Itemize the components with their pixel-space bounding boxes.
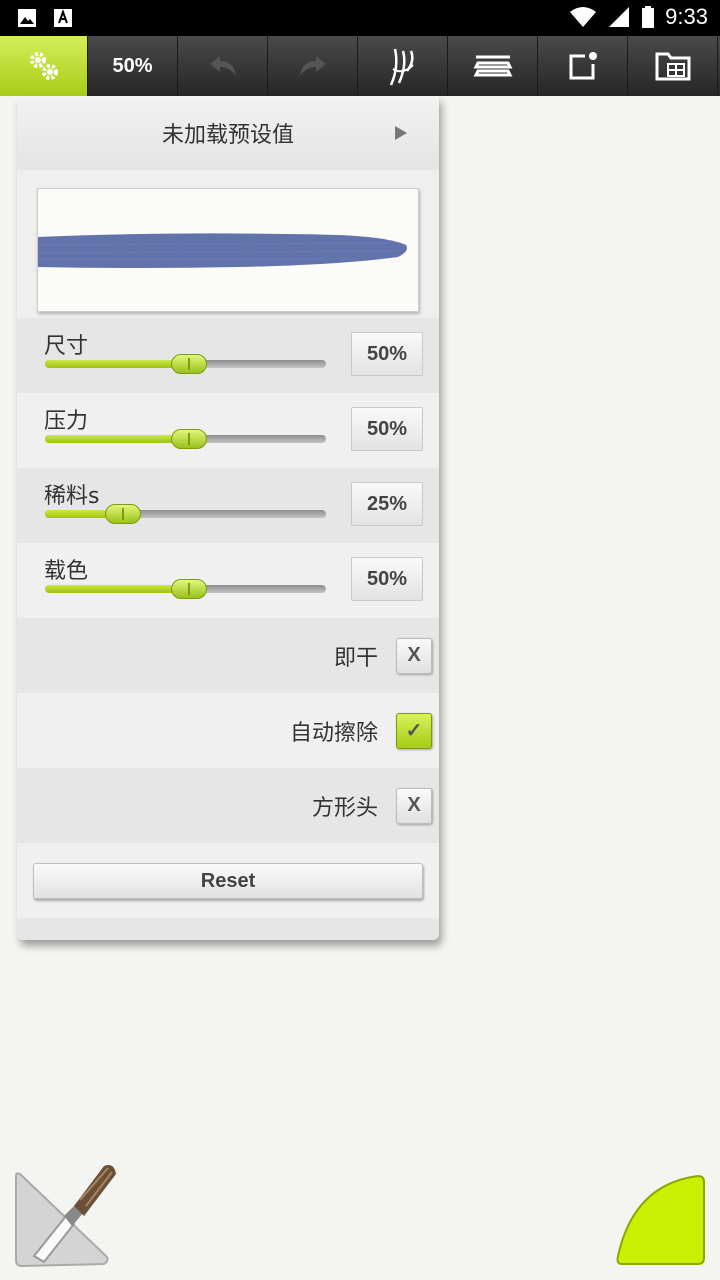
slider-label: 稀料s bbox=[44, 484, 100, 509]
gears-icon bbox=[29, 52, 58, 80]
stroke-preview-image bbox=[37, 233, 407, 268]
slider-thumb[interactable] bbox=[170, 579, 207, 599]
redo-icon bbox=[299, 56, 326, 76]
top-toolbar: 50% bbox=[0, 36, 720, 96]
size-slider[interactable] bbox=[45, 354, 326, 374]
gallery-icon bbox=[655, 52, 690, 81]
signal-icon bbox=[609, 7, 630, 27]
thinner-value[interactable]: 25% bbox=[351, 482, 423, 526]
pressure-slider[interactable] bbox=[45, 429, 326, 449]
slider-thumb[interactable] bbox=[170, 354, 207, 374]
loading-value[interactable]: 50% bbox=[351, 557, 423, 601]
clock: 9:33 bbox=[665, 4, 708, 29]
text-a-icon bbox=[54, 9, 72, 27]
zoom-button[interactable]: 50% bbox=[88, 36, 178, 96]
image-icon bbox=[18, 9, 36, 27]
slider-thumb[interactable] bbox=[104, 504, 141, 524]
undo-button[interactable] bbox=[178, 36, 268, 96]
brush-select-button[interactable] bbox=[358, 36, 448, 96]
auto-clean-row: 自动擦除 ✓ bbox=[17, 693, 439, 768]
redo-button[interactable] bbox=[268, 36, 358, 96]
share-button[interactable] bbox=[538, 36, 628, 96]
reset-button[interactable]: Reset bbox=[33, 863, 423, 899]
preset-selector[interactable]: 未加载预设值 bbox=[17, 96, 439, 170]
square-head-row: 方形头 X bbox=[17, 768, 439, 843]
wifi-icon bbox=[570, 7, 597, 27]
share-icon bbox=[569, 52, 597, 80]
brush-preview bbox=[37, 188, 419, 312]
chevron-right-icon bbox=[395, 126, 407, 140]
slider-label: 载色 bbox=[44, 559, 89, 584]
pressure-slider-row: 压力 50% bbox=[17, 393, 439, 468]
layers-button[interactable] bbox=[448, 36, 538, 96]
slider-label: 尺寸 bbox=[44, 334, 89, 359]
preset-title: 未加载预设值 bbox=[161, 123, 294, 148]
square-head-checkbox[interactable]: X bbox=[396, 787, 432, 824]
instant-dry-row: 即干 X bbox=[17, 618, 439, 693]
loading-slider-row: 载色 50% bbox=[17, 543, 439, 618]
settings-button[interactable] bbox=[0, 36, 88, 96]
gallery-button[interactable] bbox=[628, 36, 718, 96]
thinner-slider[interactable] bbox=[45, 504, 326, 524]
battery-icon bbox=[642, 6, 655, 28]
pressure-value[interactable]: 50% bbox=[351, 407, 423, 451]
brush-settings-panel: 未加载预设值 尺寸 50% 压力 50% 稀料s 25% 载色 50% 即干 X… bbox=[17, 96, 439, 940]
auto-clean-checkbox[interactable]: ✓ bbox=[396, 712, 432, 749]
instant-dry-checkbox[interactable]: X bbox=[396, 637, 432, 674]
auto-clean-label: 自动擦除 bbox=[289, 720, 378, 746]
slider-label: 压力 bbox=[44, 409, 89, 434]
undo-icon bbox=[209, 56, 236, 76]
size-value[interactable]: 50% bbox=[351, 332, 423, 376]
zoom-level: 50% bbox=[112, 54, 153, 77]
square-head-label: 方形头 bbox=[311, 795, 378, 821]
status-bar: 9:33 bbox=[0, 0, 720, 36]
paintbrush-icon[interactable] bbox=[14, 1160, 120, 1270]
slider-thumb[interactable] bbox=[170, 429, 207, 449]
brush-strokes-icon bbox=[389, 48, 414, 86]
size-slider-row: 尺寸 50% bbox=[17, 318, 439, 393]
loading-slider[interactable] bbox=[45, 579, 326, 599]
instant-dry-label: 即干 bbox=[333, 645, 378, 671]
layers-icon bbox=[473, 55, 512, 77]
thinner-slider-row: 稀料s 25% bbox=[17, 468, 439, 543]
color-picker-button[interactable] bbox=[614, 1174, 706, 1266]
